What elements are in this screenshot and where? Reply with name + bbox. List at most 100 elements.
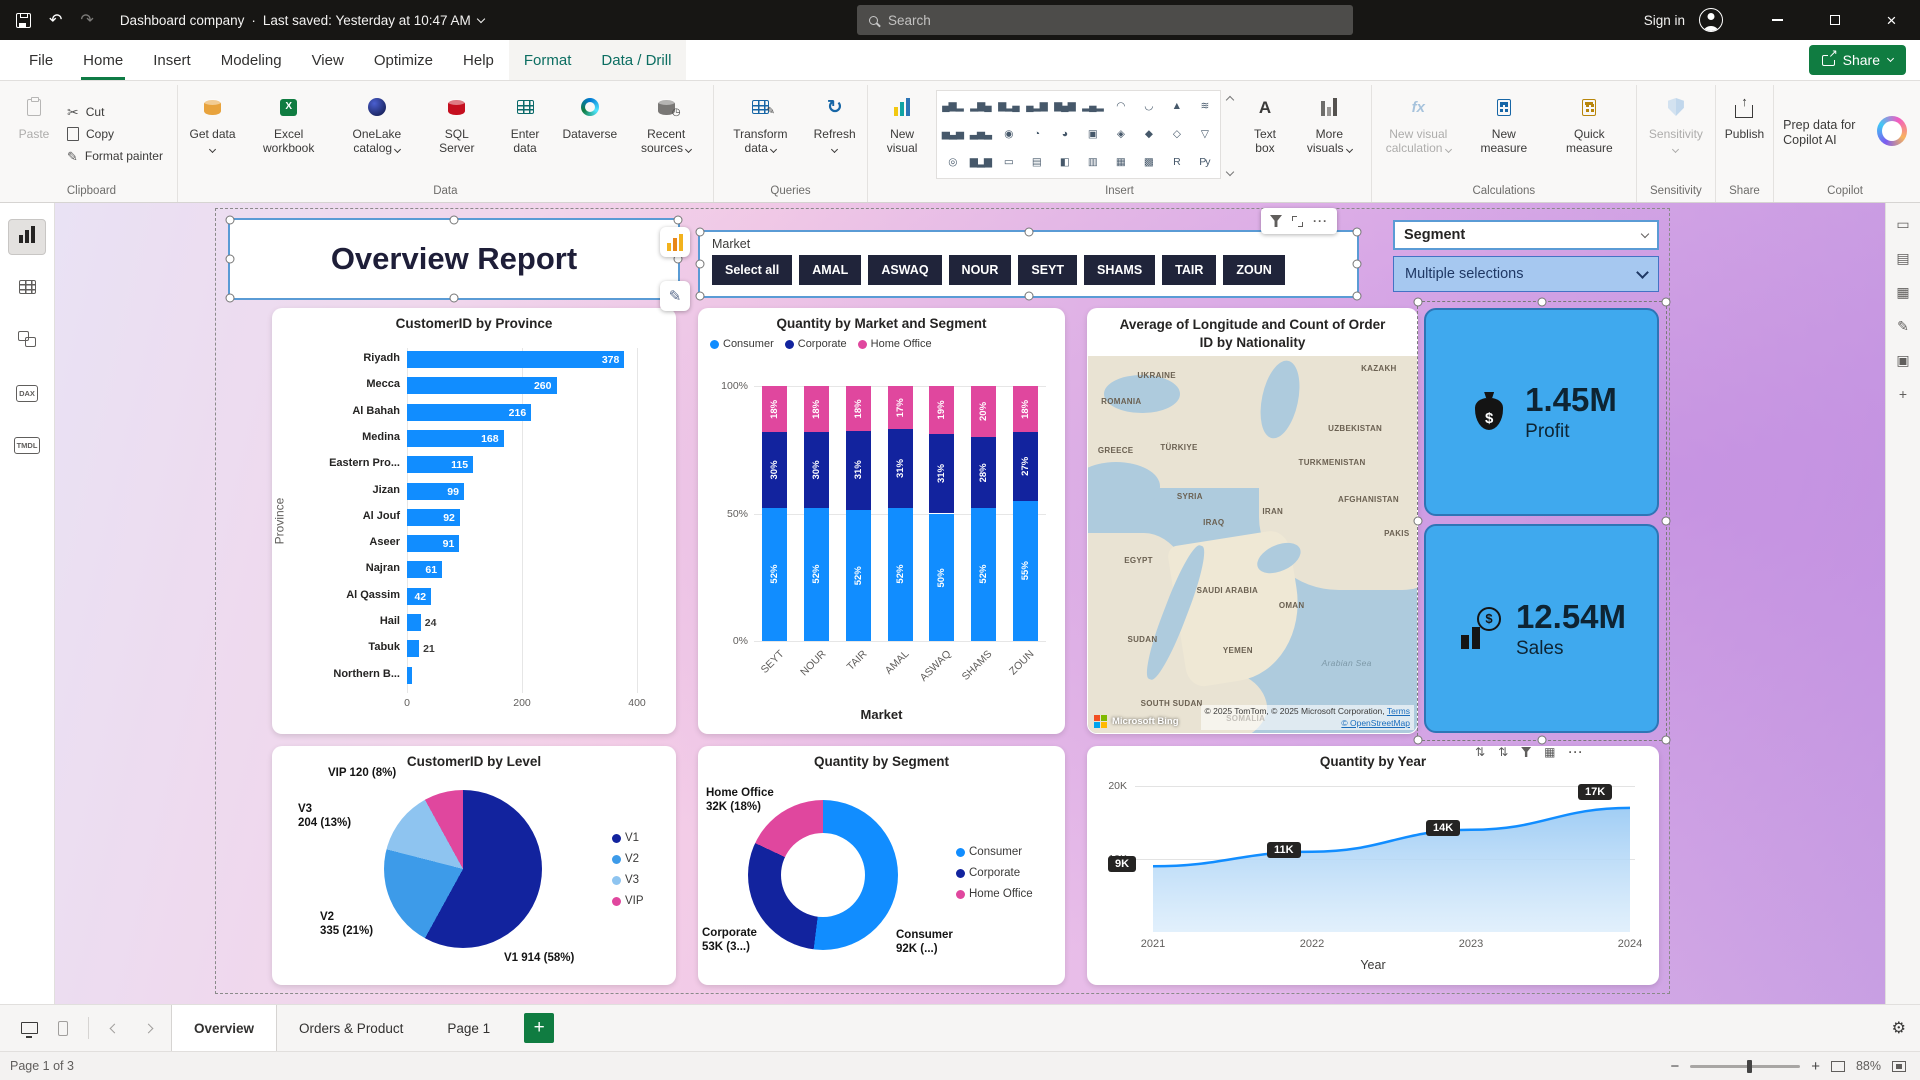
- stacked-bar-chart-icon[interactable]: ▄▆▂: [939, 93, 966, 120]
- bookmarks-pane-icon[interactable]: ▣: [1896, 353, 1909, 367]
- report-pane-icon[interactable]: ▭: [1896, 217, 1909, 231]
- legend-item-v1[interactable]: V1: [612, 832, 644, 844]
- menu-tab-help[interactable]: Help: [448, 40, 509, 80]
- transform-data-button[interactable]: ✎Transform data: [717, 85, 804, 183]
- menu-tab-home[interactable]: Home: [68, 40, 138, 80]
- desktop-layout-button[interactable]: [12, 1011, 46, 1045]
- map-icon[interactable]: ◈: [1107, 121, 1134, 148]
- add-pane-icon[interactable]: +: [1899, 387, 1907, 401]
- visual-customerid-by-province[interactable]: CustomerID by Province Province 0200400R…: [272, 308, 676, 734]
- mobile-layout-button[interactable]: [46, 1011, 80, 1045]
- sql-server-button[interactable]: SQL Server: [422, 85, 493, 183]
- selection-handle[interactable]: [1414, 736, 1423, 745]
- selection-handle[interactable]: [1353, 292, 1362, 301]
- grid-icon[interactable]: ▦: [1544, 745, 1555, 759]
- copy-button[interactable]: Copy: [60, 125, 170, 143]
- scatter-chart-icon[interactable]: ◉: [995, 121, 1022, 148]
- page-tab-page-1[interactable]: Page 1: [425, 1005, 512, 1051]
- stack-segment-amal-corporate[interactable]: 31%: [888, 429, 913, 508]
- onelake-catalog-button[interactable]: OneLake catalog: [333, 85, 420, 183]
- new-measure-button[interactable]: New measure: [1463, 85, 1545, 183]
- stacked-column-chart-icon[interactable]: ▆▂▄: [995, 93, 1022, 120]
- stack-segment-aswaq-consumer[interactable]: 50%: [929, 514, 954, 642]
- 100-stacked-column-chart-icon[interactable]: ▂▄▂: [1079, 93, 1106, 120]
- new-page-button[interactable]: +: [524, 1013, 554, 1043]
- stack-segment-shams-home-office[interactable]: 20%: [971, 386, 996, 437]
- python-visual-icon[interactable]: Py: [1191, 149, 1218, 176]
- kpi-card-profit[interactable]: $ 1.45M Profit: [1424, 308, 1659, 516]
- stack-segment-seyt-consumer[interactable]: 52%: [762, 508, 787, 641]
- visual-customerid-by-level[interactable]: CustomerID by Level V1 914 (58%)V2335 (2…: [272, 746, 676, 985]
- waterfall-icon[interactable]: ▆▂▆: [967, 149, 994, 176]
- slicer-icon[interactable]: ▥: [1079, 149, 1106, 176]
- report-view-button[interactable]: [8, 219, 46, 255]
- stack-segment-tair-consumer[interactable]: 52%: [846, 510, 871, 641]
- selection-handle[interactable]: [226, 255, 235, 264]
- segment-chevron-icon[interactable]: [1641, 229, 1649, 237]
- report-title-visual[interactable]: Overview Report: [228, 218, 680, 300]
- selection-handle[interactable]: [450, 294, 459, 303]
- next-page-button[interactable]: [131, 1011, 165, 1045]
- visual-quantity-by-year[interactable]: Quantity by Year 20K10K9K11K14K17K202120…: [1087, 746, 1659, 985]
- stack-segment-seyt-corporate[interactable]: 30%: [762, 432, 787, 509]
- tmdl-view-button[interactable]: TMDL: [8, 427, 46, 463]
- file-title[interactable]: Dashboard company · Last saved: Yesterda…: [120, 13, 484, 28]
- selection-handle[interactable]: [696, 260, 705, 269]
- map-terms-link[interactable]: Terms: [1387, 706, 1410, 716]
- stack-segment-amal-consumer[interactable]: 52%: [888, 508, 913, 641]
- slicer-option-nour[interactable]: NOUR: [949, 255, 1012, 285]
- selection-handle[interactable]: [450, 216, 459, 225]
- zoom-out-button[interactable]: −: [1670, 1059, 1679, 1074]
- menu-tab-file[interactable]: File: [14, 40, 68, 80]
- recent-sources-button[interactable]: ◷Recent sources: [623, 85, 710, 183]
- format-pen-icon[interactable]: ✎: [660, 281, 690, 311]
- text-box-button[interactable]: AText box: [1240, 85, 1290, 183]
- more-options-icon[interactable]: ···: [1313, 214, 1328, 228]
- line-and-stacked-column-chart-icon[interactable]: ▃▅▃: [967, 121, 994, 148]
- get-data-button[interactable]: Get data: [181, 85, 244, 183]
- slicer-option-tair[interactable]: TAIR: [1162, 255, 1216, 285]
- sort-icon[interactable]: ⇅: [1475, 745, 1485, 759]
- page-tab-overview[interactable]: Overview: [171, 1005, 277, 1051]
- visualizations-pane-icon[interactable]: ▤: [1896, 251, 1909, 265]
- selection-handle[interactable]: [1662, 298, 1671, 307]
- stack-segment-zoun-corporate[interactable]: 27%: [1013, 432, 1038, 501]
- zoom-slider[interactable]: [1690, 1065, 1800, 1068]
- stack-segment-nour-home-office[interactable]: 18%: [804, 386, 829, 432]
- menu-tab-insert[interactable]: Insert: [138, 40, 206, 80]
- selection-handle[interactable]: [1538, 736, 1547, 745]
- map-osm-link[interactable]: © OpenStreetMap: [1341, 718, 1410, 728]
- visual-map-nationality[interactable]: Average of Longitude and Count of Order …: [1087, 308, 1418, 734]
- gauge-icon[interactable]: ◎: [939, 149, 966, 176]
- minimize-button[interactable]: [1749, 0, 1806, 40]
- table-icon[interactable]: ▦: [1107, 149, 1134, 176]
- sort-desc-icon[interactable]: ⇅: [1498, 745, 1508, 759]
- shape-map-icon[interactable]: ◇: [1163, 121, 1190, 148]
- table-view-button[interactable]: [8, 271, 46, 307]
- treemap-icon[interactable]: ▣: [1079, 121, 1106, 148]
- focus-mode-icon[interactable]: [1292, 216, 1303, 227]
- model-view-button[interactable]: [8, 323, 46, 359]
- selection-handle[interactable]: [1024, 228, 1033, 237]
- cut-button[interactable]: ✂Cut: [60, 103, 170, 121]
- stack-segment-zoun-consumer[interactable]: 55%: [1013, 501, 1038, 641]
- selection-handle[interactable]: [1414, 298, 1423, 307]
- dax-query-view-button[interactable]: DAX: [8, 375, 46, 411]
- stack-segment-shams-corporate[interactable]: 28%: [971, 437, 996, 508]
- undo-icon[interactable]: ↶: [49, 10, 62, 30]
- search-input[interactable]: [888, 13, 1341, 28]
- sign-in-button[interactable]: Sign in: [1644, 13, 1685, 28]
- menu-tab-format[interactable]: Format: [509, 40, 587, 80]
- ribbon-chart-icon[interactable]: ≋: [1191, 93, 1218, 120]
- multi-row-card-icon[interactable]: ▤: [1023, 149, 1050, 176]
- previous-page-button[interactable]: [97, 1011, 131, 1045]
- selection-handle[interactable]: [1353, 228, 1362, 237]
- bar-tabuk[interactable]: [407, 640, 419, 657]
- legend-item-home-office[interactable]: Home Office: [956, 888, 1033, 900]
- map-area[interactable]: UKRAINEKAZAKHROMANIAGREECETÜRKIYEUZBEKIS…: [1088, 356, 1417, 733]
- zoom-in-button[interactable]: +: [1811, 1059, 1820, 1074]
- selection-handle[interactable]: [674, 216, 683, 225]
- kpi-card-sales[interactable]: $ 12.54M Sales: [1424, 524, 1659, 733]
- global-search[interactable]: [857, 5, 1353, 35]
- slicer-option-select-all[interactable]: Select all: [712, 255, 792, 285]
